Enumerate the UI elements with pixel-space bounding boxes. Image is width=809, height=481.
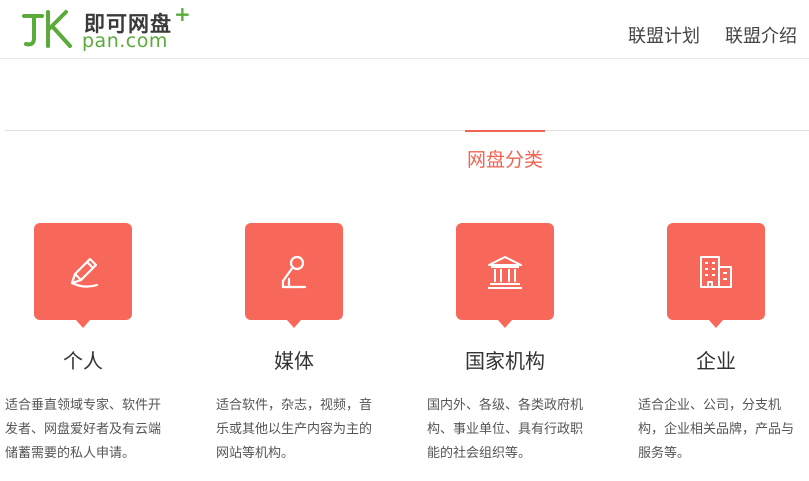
category-description: 适合企业、公司，分支机构，企业相关品牌，产品与服务等。 [638, 398, 795, 461]
microphone-icon [281, 255, 307, 289]
category-description: 适合软件，杂志，视频，音乐或其他以生产内容为主的网站等机构。 [216, 398, 373, 461]
category-title: 媒体 [274, 349, 314, 373]
office-building-icon [700, 256, 732, 288]
logo-mark-icon [22, 10, 72, 48]
category-icon-box[interactable] [456, 223, 554, 328]
logo-text-en: pan.com [82, 30, 168, 52]
category-icon-box[interactable] [34, 223, 132, 328]
category-description: 国内外、各级、各类政府机构、事业单位、具有行政职能的社会组织等。 [427, 398, 584, 461]
pen-icon [70, 257, 99, 288]
section-divider [5, 130, 809, 131]
nav-alliance-plan[interactable]: 联盟计划 [628, 22, 700, 48]
government-building-icon [488, 256, 522, 289]
top-nav: 联盟计划 联盟介绍 [628, 22, 797, 48]
nav-alliance-intro[interactable]: 联盟介绍 [725, 22, 797, 48]
category-title: 个人 [63, 349, 103, 373]
logo[interactable]: 即可网盘 + pan.com [20, 2, 195, 52]
header: 即可网盘 + pan.com 联盟计划 联盟介绍 [0, 0, 809, 59]
logo-plus: + [174, 2, 191, 26]
category-icon-box[interactable] [667, 223, 765, 328]
category-description: 适合垂直领域专家、软件开发者、网盘爱好者及有云端储蓄需要的私人申请。 [5, 398, 162, 461]
category-title: 国家机构 [465, 349, 545, 373]
category-icon-box[interactable] [245, 223, 343, 328]
tab-netdisk-category[interactable]: 网盘分类 [465, 130, 545, 172]
category-title: 企业 [696, 349, 736, 373]
